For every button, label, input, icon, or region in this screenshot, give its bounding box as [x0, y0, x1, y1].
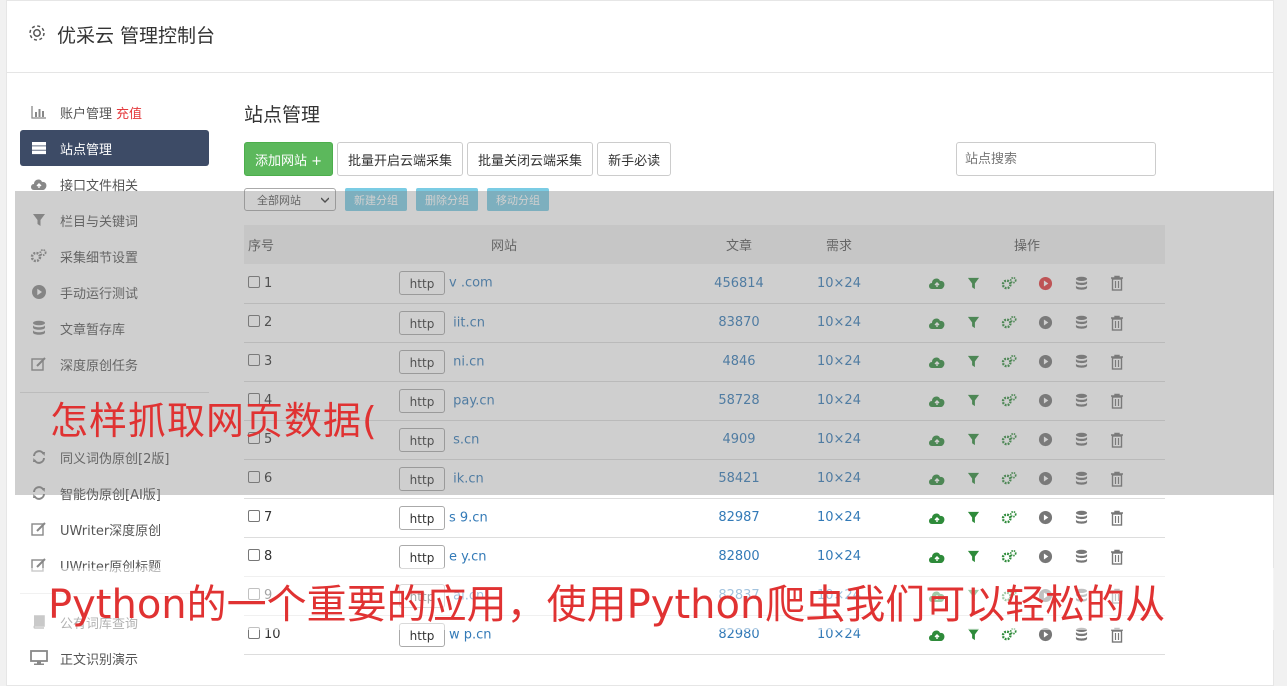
- demand-value[interactable]: 10×24: [789, 498, 889, 537]
- protocol-badge: http: [399, 544, 445, 569]
- monitor-icon: [30, 649, 48, 667]
- site-search-input[interactable]: [956, 142, 1156, 176]
- cloud-upload-icon[interactable]: [928, 548, 946, 566]
- add-site-button[interactable]: 添加网站 +: [244, 142, 334, 176]
- filter-icon[interactable]: [964, 548, 982, 566]
- row-no: 8: [264, 549, 273, 564]
- header: 优采云 管理控制台: [7, 1, 1273, 73]
- batch-enable-button[interactable]: 批量开启云端采集: [337, 142, 464, 176]
- page-title: 站点管理: [244, 104, 321, 126]
- image-overlay: [15, 191, 1274, 495]
- batch-disable-button[interactable]: 批量关闭云端采集: [467, 142, 594, 176]
- sidebar-item[interactable]: 站点管理: [20, 130, 209, 166]
- row-checkbox[interactable]: [248, 549, 260, 561]
- main-panel: 站点管理 添加网站 + 批量开启云端采集 批量关闭云端采集 新手必读 全部网站 …: [244, 100, 1174, 654]
- sidebar-item-label: 站点管理: [60, 142, 113, 158]
- sidebar-item[interactable]: 正文识别演示: [20, 640, 209, 676]
- trash-icon[interactable]: [1108, 509, 1126, 527]
- sidebar-item-label: 账户管理: [60, 106, 113, 122]
- overlay-heading: 怎样抓取网页数据(: [50, 399, 378, 443]
- gears-icon[interactable]: [1000, 548, 1018, 566]
- play-circle-icon[interactable]: [1036, 548, 1054, 566]
- row-no: 7: [264, 510, 273, 525]
- gears-icon[interactable]: [1000, 509, 1018, 527]
- ops-cell: [889, 498, 1165, 537]
- trash-icon[interactable]: [1108, 548, 1126, 566]
- sidebar-item-label: 正文识别演示: [60, 652, 139, 668]
- bar-chart-icon: [30, 103, 48, 121]
- table-row: 7 http s 9.cn 82987 10×24: [244, 498, 1165, 537]
- article-count[interactable]: 82987: [689, 498, 789, 537]
- overlay-caption: Python的一个重要的应用，使用Python爬虫我们可以轻松的从: [48, 582, 1166, 628]
- site-cell: http s 9.cn: [319, 498, 689, 537]
- database-icon[interactable]: [1072, 548, 1090, 566]
- cloud-upload-icon[interactable]: [928, 509, 946, 527]
- guide-button[interactable]: 新手必读: [597, 142, 672, 176]
- database-icon[interactable]: [1072, 509, 1090, 527]
- play-circle-icon[interactable]: [1036, 509, 1054, 527]
- sidebar-item[interactable]: UWriter深度原创: [20, 511, 209, 547]
- row-checkbox[interactable]: [248, 510, 260, 522]
- protocol-badge: http: [399, 505, 445, 530]
- toolbar: 添加网站 + 批量开启云端采集 批量关闭云端采集 新手必读: [244, 142, 672, 176]
- gear-icon[interactable]: [27, 23, 47, 43]
- site-link[interactable]: s 9.cn: [449, 510, 488, 525]
- sidebar-item[interactable]: 账户管理 充值: [20, 94, 209, 130]
- sidebar-item-label: UWriter深度原创: [60, 523, 162, 539]
- edit-icon: [30, 520, 48, 538]
- row-number: 7: [244, 498, 319, 537]
- site-link[interactable]: e y.cn: [449, 549, 487, 564]
- server-icon: [30, 139, 48, 157]
- filter-icon[interactable]: [964, 509, 982, 527]
- recharge-link[interactable]: 充值: [116, 103, 142, 122]
- app-title: 优采云 管理控制台: [57, 25, 216, 47]
